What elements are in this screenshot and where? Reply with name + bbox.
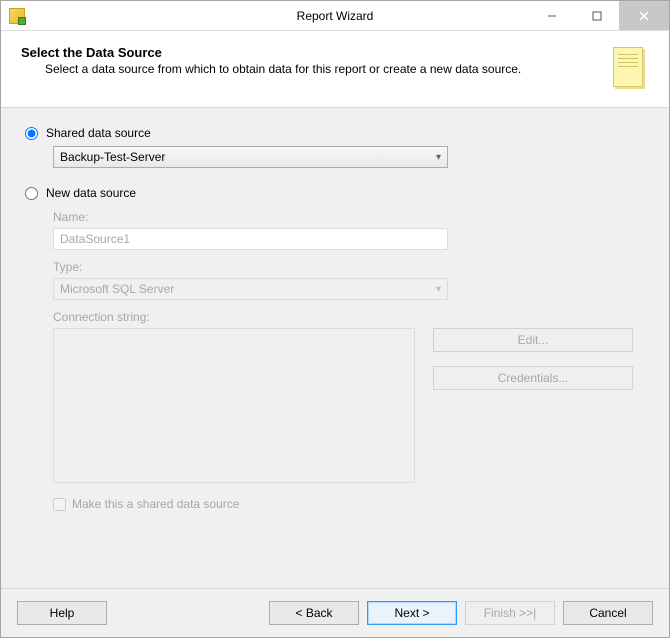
minimize-icon <box>547 11 557 21</box>
credentials-button: Credentials... <box>433 366 633 390</box>
make-shared-checkbox <box>53 498 66 511</box>
back-button[interactable]: < Back <box>269 601 359 625</box>
shared-data-source-dropdown[interactable]: Backup-Test-Server ▾ <box>53 146 448 168</box>
connection-string-field <box>53 328 415 483</box>
chevron-down-icon: ▾ <box>436 284 441 295</box>
next-button[interactable]: Next > <box>367 601 457 625</box>
cancel-button[interactable]: Cancel <box>563 601 653 625</box>
edit-button: Edit... <box>433 328 633 352</box>
type-value: Microsoft SQL Server <box>60 282 174 296</box>
shared-data-source-radio[interactable] <box>25 127 38 140</box>
new-data-source-radio[interactable] <box>25 187 38 200</box>
page-title: Select the Data Source <box>21 45 521 60</box>
new-data-source-label: New data source <box>46 186 136 200</box>
shared-data-source-option[interactable]: Shared data source <box>25 126 645 140</box>
maximize-icon <box>592 11 602 21</box>
titlebar: Report Wizard <box>1 1 669 31</box>
new-data-source-option[interactable]: New data source <box>25 186 645 200</box>
shared-data-source-value: Backup-Test-Server <box>60 150 165 164</box>
connection-string-label: Connection string: <box>53 310 645 324</box>
make-shared-label: Make this a shared data source <box>72 497 239 511</box>
app-icon <box>9 8 25 24</box>
report-icon <box>609 45 649 93</box>
wizard-footer: Help < Back Next > Finish >>| Cancel <box>1 588 669 637</box>
wizard-header: Select the Data Source Select a data sou… <box>1 31 669 108</box>
close-button[interactable] <box>619 1 669 30</box>
type-label: Type: <box>53 260 645 274</box>
name-label: Name: <box>53 210 645 224</box>
chevron-down-icon: ▾ <box>436 152 441 163</box>
report-wizard-window: Report Wizard Select the Data Source Sel… <box>0 0 670 638</box>
minimize-button[interactable] <box>529 1 574 30</box>
finish-button: Finish >>| <box>465 601 555 625</box>
name-field <box>53 228 448 250</box>
window-controls <box>529 1 669 30</box>
make-shared-row: Make this a shared data source <box>53 497 645 511</box>
close-icon <box>639 11 649 21</box>
type-dropdown: Microsoft SQL Server ▾ <box>53 278 448 300</box>
page-subtitle: Select a data source from which to obtai… <box>45 62 521 76</box>
wizard-header-text: Select the Data Source Select a data sou… <box>21 45 521 76</box>
shared-data-source-label: Shared data source <box>46 126 151 140</box>
help-button[interactable]: Help <box>17 601 107 625</box>
maximize-button[interactable] <box>574 1 619 30</box>
wizard-body: Shared data source Backup-Test-Server ▾ … <box>1 108 669 588</box>
